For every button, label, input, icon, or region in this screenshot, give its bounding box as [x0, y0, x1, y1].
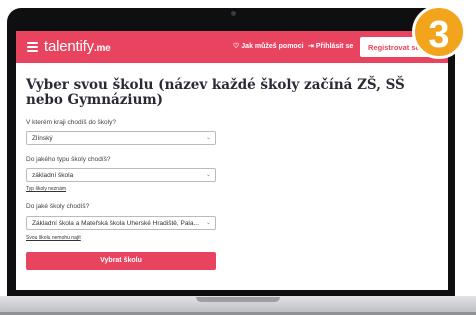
school-not-found-link[interactable]: Svou školu nemohu najít	[26, 235, 81, 241]
school-type-question: Do jakého typu školy chodíš?	[26, 156, 111, 163]
talentify-logo[interactable]: talentify.me	[44, 38, 111, 55]
select-school-button[interactable]: Vybrat školu	[26, 252, 216, 270]
laptop-base-notch	[196, 297, 280, 302]
nav-help-label: Jak můžeš pomoci	[241, 43, 304, 50]
nav-help-link[interactable]: ♡ Jak můžeš pomoci	[233, 42, 304, 50]
school-type-unknown-link[interactable]: Typ školy neznám	[26, 186, 66, 192]
chevron-down-icon: ⌄	[205, 172, 211, 178]
school-question: Do jaké školy chodíš?	[26, 203, 90, 210]
login-icon: ⇥	[308, 43, 314, 50]
top-navigation-bar: talentify.me ♡ Jak můžeš pomoci ⇥ Přihlási…	[16, 31, 448, 63]
camera-icon	[231, 11, 236, 16]
region-question: V kterém kraji chodíš do školy?	[26, 119, 116, 126]
hamburger-menu-icon[interactable]	[27, 42, 38, 52]
school-type-select-value: základní škola	[32, 172, 74, 179]
school-select[interactable]: Základní škola a Mateřská škola Uherské …	[26, 216, 216, 230]
step-number-badge: 3	[412, 5, 466, 59]
nav-login-link[interactable]: ⇥ Přihlásit se	[308, 42, 353, 50]
heart-icon: ♡	[233, 43, 240, 50]
page-title: Vyber svou školu (název každé školy začí…	[26, 77, 405, 108]
laptop-screen: talentify.me ♡ Jak můžeš pomoci ⇥ Přihlási…	[16, 31, 448, 290]
school-type-select[interactable]: základní škola ⌄	[26, 168, 216, 182]
chevron-down-icon: ⌄	[205, 220, 211, 226]
region-select[interactable]: Zlínský ⌄	[26, 131, 216, 145]
nav-login-label: Přihlásit se	[315, 43, 354, 50]
school-select-value: Základní škola a Mateřská škola Uherské …	[32, 220, 199, 227]
chevron-down-icon: ⌄	[205, 135, 211, 141]
region-select-value: Zlínský	[32, 135, 53, 142]
